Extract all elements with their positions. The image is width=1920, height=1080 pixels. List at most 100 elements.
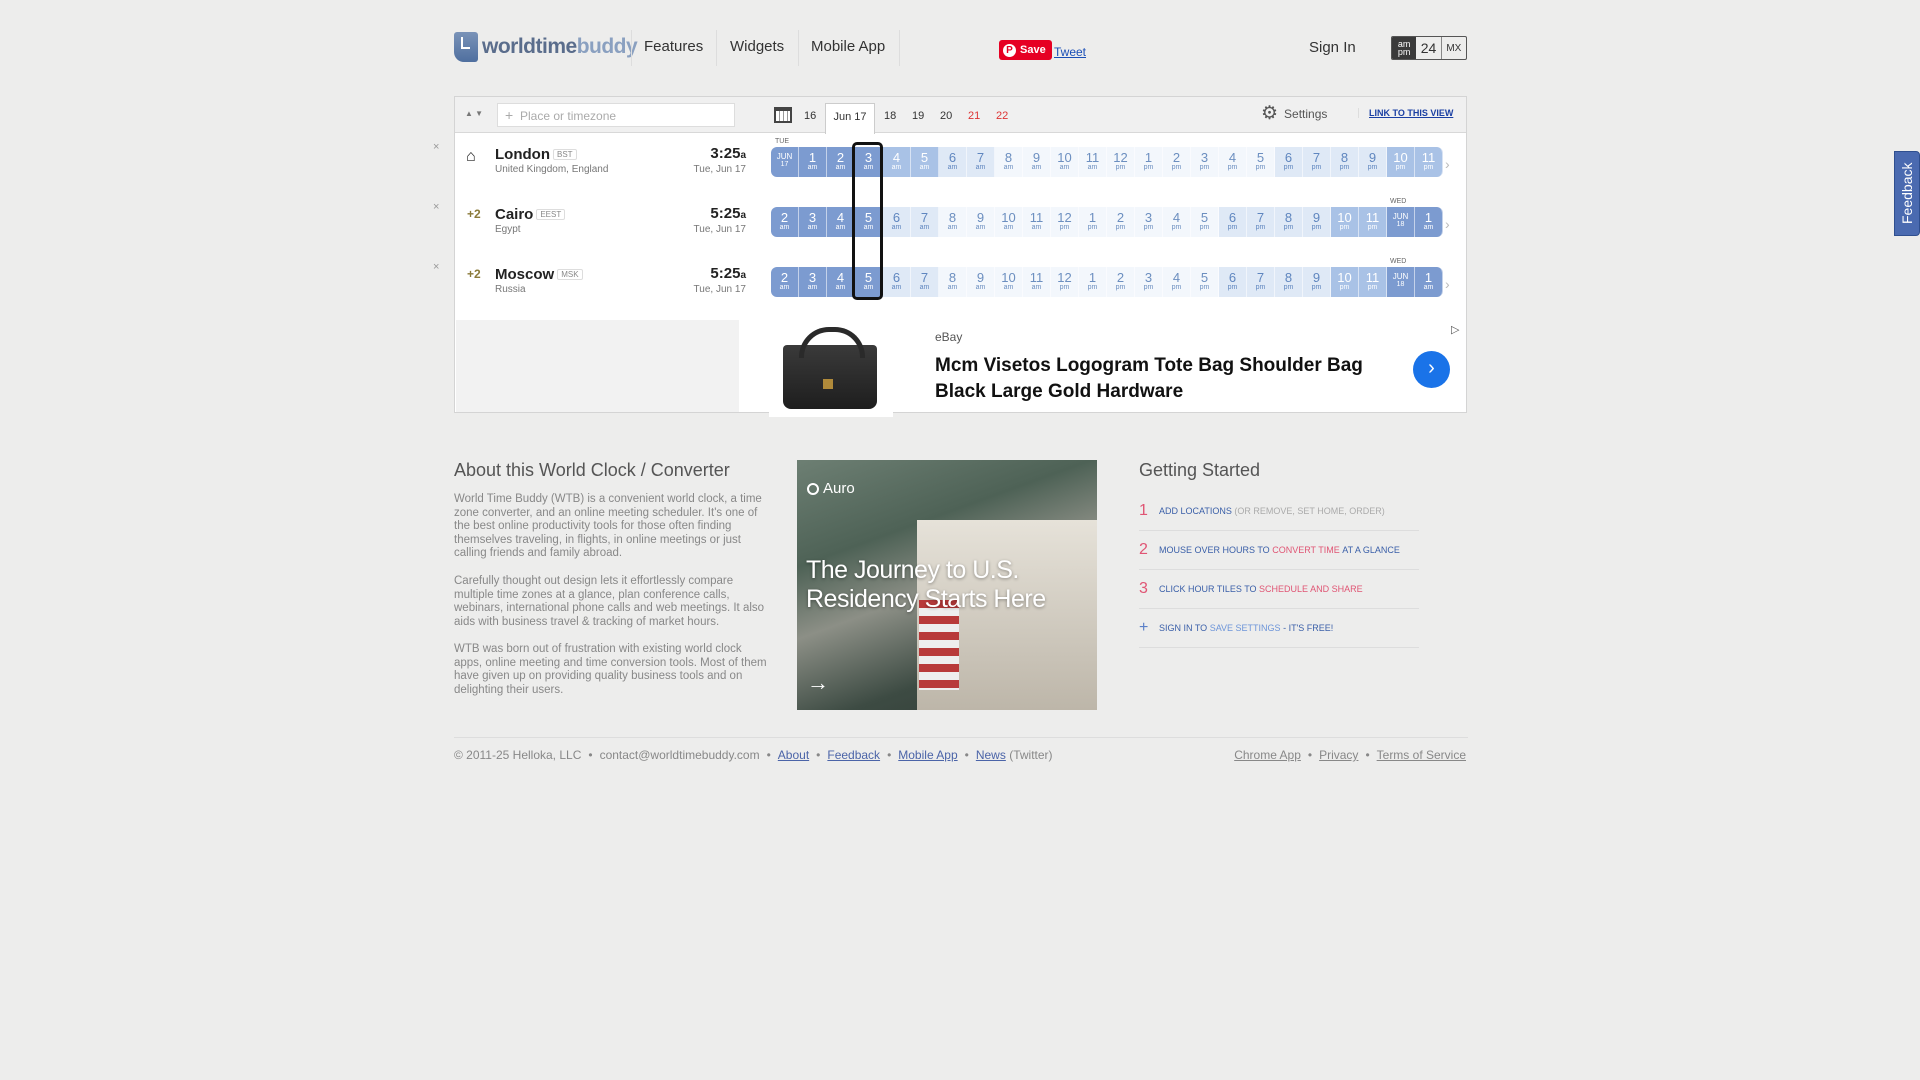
hour-tile[interactable]: 5 am	[911, 147, 939, 177]
hour-tile[interactable]: 6 pm	[1219, 267, 1247, 297]
location-row-cairo[interactable]: × +2 Cairo EEST Egypt 5:25a Tue, Jun 17 W…	[433, 194, 1466, 254]
hour-tile[interactable]: 4 pm	[1163, 207, 1191, 237]
hour-tile[interactable]: 2 am	[771, 207, 799, 237]
hour-tile[interactable]: 6 am	[883, 267, 911, 297]
feedback-tab[interactable]: Feedback	[1894, 151, 1920, 236]
hour-tile[interactable]: 2 pm	[1163, 147, 1191, 177]
hour-tile[interactable]: 12 pm	[1107, 147, 1135, 177]
nav-mobile-app[interactable]: Mobile App	[811, 38, 885, 55]
hour-tile[interactable]: 5 pm	[1191, 207, 1219, 237]
hour-tile[interactable]: 1 pm	[1079, 267, 1107, 297]
hour-tile[interactable]: 11 pm	[1359, 267, 1387, 297]
chrome-app-link[interactable]: Chrome App	[1234, 748, 1301, 762]
settings-button[interactable]: ⚙ Settings	[1261, 104, 1327, 123]
hour-tile[interactable]: 4 am	[827, 267, 855, 297]
hour-tile[interactable]: 2 am	[827, 147, 855, 177]
hour-tile[interactable]: 1 am	[1415, 267, 1443, 297]
remove-icon[interactable]: ×	[433, 141, 439, 153]
hour-tile[interactable]: 5 pm	[1191, 267, 1219, 297]
hour-tile[interactable]: 9 pm	[1303, 267, 1331, 297]
hour-tile[interactable]: JUN 18	[1387, 207, 1415, 237]
hour-tile[interactable]: 1 pm	[1135, 147, 1163, 177]
calendar-icon[interactable]	[774, 107, 792, 123]
hour-tile[interactable]: 10 pm	[1331, 207, 1359, 237]
hour-tile[interactable]: 10 pm	[1387, 147, 1415, 177]
hour-tile[interactable]: 9 am	[967, 267, 995, 297]
hour-tile[interactable]: 1 am	[799, 147, 827, 177]
pinterest-save-button[interactable]: P Save	[999, 40, 1052, 60]
sort-arrows-icon[interactable]: ▲ ▼	[465, 109, 483, 118]
hour-tile[interactable]: 8 am	[995, 147, 1023, 177]
hour-tile[interactable]: 12 pm	[1051, 267, 1079, 297]
location-row-moscow[interactable]: × +2 Moscow MSK Russia 5:25a Tue, Jun 17 …	[433, 254, 1466, 314]
hour-tile[interactable]: 4 pm	[1163, 267, 1191, 297]
hour-tile[interactable]: 4 am	[883, 147, 911, 177]
hour-tile[interactable]: 6 am	[939, 147, 967, 177]
home-icon[interactable]: ⌂	[466, 148, 476, 166]
search-input[interactable]: + Place or timezone	[497, 103, 735, 127]
day-tab-current[interactable]: Jun 17	[825, 103, 875, 134]
chevron-right-icon[interactable]: ›	[1445, 276, 1450, 292]
hour-tile[interactable]: 2 pm	[1107, 207, 1135, 237]
hour-tile[interactable]: 11 pm	[1415, 147, 1443, 177]
hour-tile[interactable]: 3 pm	[1135, 207, 1163, 237]
hour-tile[interactable]: 3 am	[799, 267, 827, 297]
ad-product-image[interactable]	[769, 323, 893, 417]
hour-tile[interactable]: 11 pm	[1359, 207, 1387, 237]
hour-tile[interactable]: 8 am	[939, 207, 967, 237]
hour-tile[interactable]: 11 am	[1023, 207, 1051, 237]
feedback-link[interactable]: Feedback	[827, 748, 880, 762]
hour-tile[interactable]: 6 am	[883, 207, 911, 237]
nav-widgets[interactable]: Widgets	[730, 38, 784, 55]
hour-tile[interactable]: 1 pm	[1079, 207, 1107, 237]
location-row-london[interactable]: × ⌂ London BST United Kingdom, England 3:…	[433, 134, 1466, 194]
hour-tile[interactable]: 10 am	[995, 267, 1023, 297]
logo[interactable]: worldtimebuddy	[454, 30, 638, 64]
hour-tile[interactable]: 3 pm	[1191, 147, 1219, 177]
hour-tile[interactable]: 9 pm	[1359, 147, 1387, 177]
hour-tile[interactable]: 5 am	[855, 267, 883, 297]
hour-tile[interactable]: 3 am	[855, 147, 883, 177]
day-tab-weekend[interactable]: 22	[996, 110, 1008, 122]
hour-tile[interactable]: 5 pm	[1247, 147, 1275, 177]
hour-tile[interactable]: 9 am	[1023, 147, 1051, 177]
ad-title[interactable]: Mcm Visetos Logogram Tote Bag Shoulder B…	[935, 353, 1405, 405]
hour-tile[interactable]: 6 pm	[1219, 207, 1247, 237]
sign-in-link[interactable]: Sign In	[1309, 39, 1356, 56]
24h-format-button[interactable]: 24	[1416, 37, 1440, 59]
day-tab[interactable]: 16	[804, 110, 816, 122]
link-to-view[interactable]: LINK TO THIS VIEW	[1358, 108, 1453, 118]
hour-tile[interactable]: 7 pm	[1303, 147, 1331, 177]
hour-tile[interactable]: 2 pm	[1107, 267, 1135, 297]
about-link[interactable]: About	[778, 748, 809, 762]
day-tab[interactable]: 19	[912, 110, 924, 122]
hour-tile[interactable]: 8 pm	[1331, 147, 1359, 177]
hour-tile[interactable]: 11 am	[1023, 267, 1051, 297]
mobile-app-link[interactable]: Mobile App	[898, 748, 957, 762]
remove-icon[interactable]: ×	[433, 201, 439, 213]
nav-features[interactable]: Features	[644, 38, 703, 55]
hour-tile[interactable]: 3 am	[799, 207, 827, 237]
adchoices-icon[interactable]: ▷	[1451, 323, 1459, 336]
hour-tile[interactable]: 3 pm	[1135, 267, 1163, 297]
hour-tile[interactable]: 5 am	[855, 207, 883, 237]
hour-tile[interactable]: 8 pm	[1275, 207, 1303, 237]
display-ad[interactable]: Auro The Journey to U.S. Residency Start…	[797, 460, 1097, 710]
tweet-link[interactable]: Tweet	[1054, 45, 1086, 59]
hour-tile[interactable]: 8 am	[939, 267, 967, 297]
news-link[interactable]: News	[976, 748, 1006, 762]
chevron-right-icon[interactable]: ›	[1445, 216, 1450, 232]
hour-tile[interactable]: 7 am	[911, 207, 939, 237]
hour-tile[interactable]: 10 am	[995, 207, 1023, 237]
hour-tile[interactable]: 1 am	[1415, 207, 1443, 237]
hour-tile[interactable]: 7 pm	[1247, 267, 1275, 297]
hour-tile[interactable]: 7 am	[911, 267, 939, 297]
hour-tile[interactable]: JUN 17	[771, 147, 799, 177]
hour-tile[interactable]: 10 am	[1051, 147, 1079, 177]
hour-tile[interactable]: 10 pm	[1331, 267, 1359, 297]
hour-tile[interactable]: 11 am	[1079, 147, 1107, 177]
hour-tile[interactable]: 7 am	[967, 147, 995, 177]
hour-tile[interactable]: 9 am	[967, 207, 995, 237]
hour-tile[interactable]: JUN 18	[1387, 267, 1415, 297]
hour-tile[interactable]: 8 pm	[1275, 267, 1303, 297]
